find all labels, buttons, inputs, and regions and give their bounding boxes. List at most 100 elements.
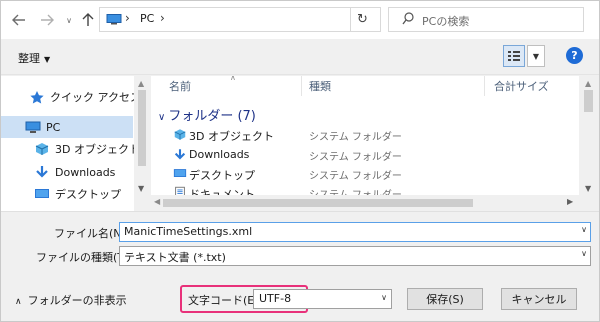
chevron-down-icon: ∨	[381, 293, 387, 302]
nav-item-label: PC	[46, 120, 61, 134]
file-type: システム フォルダー	[309, 152, 402, 163]
address-row: ∨ › PC › ∨ ↻ PCの検索	[1, 1, 599, 39]
view-details-button[interactable]	[503, 45, 525, 67]
scrollbar-thumb[interactable]	[163, 199, 473, 207]
cube-icon	[174, 129, 186, 140]
file-name: Downloads	[189, 148, 250, 161]
file-type: システム フォルダー	[309, 186, 402, 195]
file-name: 3D オブジェクト	[189, 130, 274, 143]
list-item[interactable]: 3D オブジェクト システム フォルダー	[151, 126, 579, 145]
breadcrumb-pc[interactable]: PC	[140, 12, 154, 25]
column-divider[interactable]	[301, 76, 302, 96]
group-header-folders[interactable]: ∨ フォルダー (7)	[158, 105, 256, 124]
search-input[interactable]: PCの検索	[388, 7, 584, 32]
scroll-right-icon[interactable]: ▶	[567, 197, 573, 206]
scrollbar-thumb[interactable]	[138, 90, 146, 166]
nav-item-pc[interactable]: PC	[1, 116, 133, 138]
forward-arrow-icon	[41, 14, 54, 26]
refresh-icon: ↻	[357, 12, 368, 27]
scroll-up-icon[interactable]: ▲	[138, 79, 144, 88]
save-form: ファイル名(N): ManicTimeSettings.xml ∨ ファイルの種…	[1, 211, 599, 321]
scrollbar-corner	[579, 195, 599, 211]
forward-button[interactable]	[37, 10, 57, 30]
group-header-label: フォルダー (7)	[168, 109, 256, 124]
help-button[interactable]: ?	[566, 47, 583, 64]
filetype-label: ファイルの種類(T):	[36, 251, 133, 264]
column-header-type[interactable]: 種類	[309, 78, 331, 98]
filename-field[interactable]: ManicTimeSettings.xml ∨	[119, 222, 591, 242]
back-button[interactable]	[9, 10, 29, 30]
view-options-dropdown[interactable]: ▼	[527, 45, 545, 67]
column-header-total-size[interactable]: 合計サイズ	[494, 78, 549, 98]
computer-icon	[25, 121, 41, 133]
file-name: デスクトップ	[189, 169, 255, 182]
file-type: システム フォルダー	[309, 171, 402, 182]
nav-item-desktop[interactable]: デスクトップ	[1, 183, 133, 205]
organize-label: 整理	[18, 52, 40, 65]
help-icon: ?	[571, 49, 578, 62]
scrollbar-thumb[interactable]	[584, 90, 593, 112]
desktop-icon	[35, 189, 49, 198]
file-list: ∧ 名前 種類 合計サイズ ∨ フォルダー (7) 3D オブジェクト システム …	[151, 76, 579, 195]
navigation-pane: クイック アクセス PC 3D オブジェクト Downloads デスクトップ	[1, 76, 137, 211]
nav-item-label: Downloads	[55, 165, 116, 179]
caret-down-icon: ▼	[532, 51, 540, 61]
up-arrow-icon	[82, 13, 94, 26]
hide-folders-label: フォルダーの非表示	[27, 294, 127, 307]
scroll-left-icon[interactable]: ◀	[154, 197, 160, 206]
file-list-vertical-scrollbar[interactable]: ▲ ▼	[579, 76, 599, 211]
file-list-horizontal-scrollbar[interactable]: ◀ ▶	[151, 195, 579, 211]
scroll-down-icon[interactable]: ▼	[138, 184, 144, 193]
column-divider[interactable]	[484, 76, 485, 96]
scroll-down-icon[interactable]: ▼	[585, 184, 591, 193]
filename-value: ManicTimeSettings.xml	[124, 225, 253, 238]
back-arrow-icon	[12, 14, 25, 26]
search-icon	[402, 12, 414, 25]
recent-locations-button[interactable]: ∨	[59, 10, 79, 30]
chevron-right-icon[interactable]: ›	[160, 11, 165, 25]
nav-item-label: クイック アクセス	[50, 91, 137, 104]
chevron-down-icon: ∨	[66, 15, 72, 25]
caret-down-icon: ▼	[44, 55, 51, 64]
list-item[interactable]: デスクトップ システム フォルダー	[151, 165, 579, 184]
list-item[interactable]: ドキュメント システム フォルダー	[151, 184, 579, 195]
file-type: システム フォルダー	[309, 132, 402, 143]
column-header-name[interactable]: 名前	[169, 78, 191, 98]
organize-button[interactable]: 整理 ▼	[18, 50, 50, 66]
nav-pane-scrollbar[interactable]: ▲ ▼	[134, 76, 151, 211]
refresh-button[interactable]: ↻	[350, 8, 374, 31]
download-arrow-icon	[36, 166, 48, 178]
hide-folders-toggle[interactable]: ∧ フォルダーの非表示	[15, 292, 127, 308]
nav-item-3d-objects[interactable]: 3D オブジェクト	[1, 138, 136, 160]
save-button[interactable]: 保存(S)	[407, 288, 483, 310]
encoding-label: 文字コード(E):	[188, 294, 263, 307]
download-arrow-icon	[174, 149, 186, 160]
cancel-button[interactable]: キャンセル	[501, 288, 577, 310]
encoding-value: UTF-8	[259, 292, 292, 305]
cube-icon	[35, 143, 49, 155]
computer-icon	[106, 14, 122, 25]
file-name: ドキュメント	[189, 188, 255, 195]
save-file-dialog: ∨ › PC › ∨ ↻ PCの検索 整理 ▼ ▼ ?	[0, 0, 600, 322]
document-icon	[175, 186, 185, 195]
filetype-select[interactable]: テキスト文書 (*.txt) ∨	[119, 246, 591, 266]
up-button[interactable]	[78, 10, 98, 30]
list-item[interactable]: Downloads システム フォルダー	[151, 146, 579, 165]
nav-item-label: 3D オブジェクト	[55, 143, 137, 156]
star-icon	[30, 91, 44, 104]
sort-ascending-icon: ∧	[230, 76, 236, 82]
scroll-up-icon[interactable]: ▲	[585, 79, 591, 88]
nav-item-quick-access[interactable]: クイック アクセス	[1, 86, 136, 108]
encoding-select[interactable]: UTF-8 ∨	[253, 289, 392, 309]
nav-item-downloads[interactable]: Downloads	[1, 161, 133, 183]
desktop-icon	[173, 169, 187, 177]
chevron-up-icon: ∧	[15, 297, 22, 307]
chevron-down-icon: ∨	[158, 112, 166, 123]
address-bar[interactable]: › PC › ∨ ↻	[99, 7, 444, 32]
search-placeholder: PCの検索	[422, 15, 470, 28]
details-view-icon	[508, 51, 520, 61]
toolbar: 整理 ▼ ▼ ?	[1, 39, 599, 75]
chevron-right-icon: ›	[125, 11, 130, 25]
nav-item-label: デスクトップ	[55, 188, 121, 201]
chevron-down-icon[interactable]: ∨	[581, 225, 587, 234]
